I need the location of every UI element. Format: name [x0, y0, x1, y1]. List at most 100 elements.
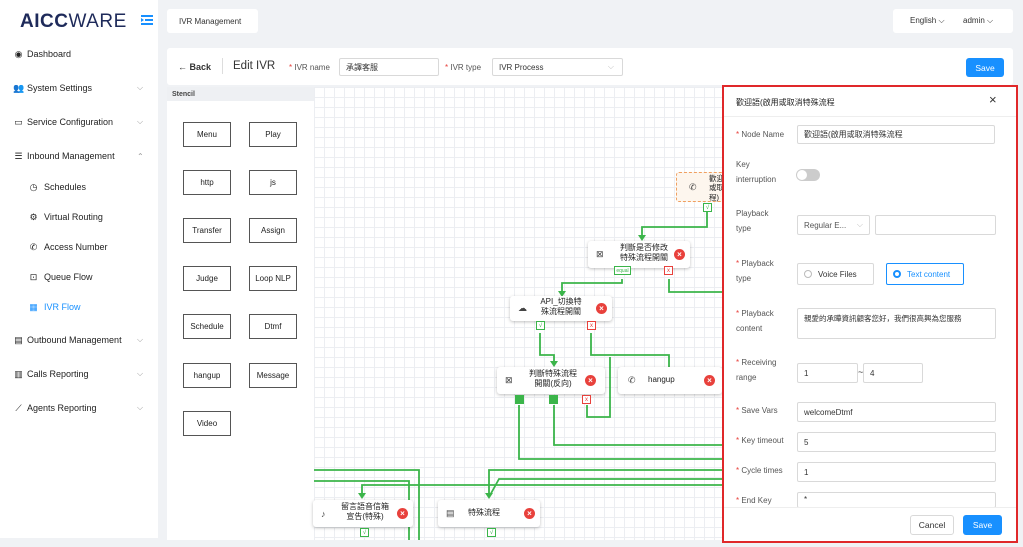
sidebar-item-ivr-flow[interactable]: ▦ IVR Flow — [0, 296, 158, 318]
port-check[interactable]: √ — [703, 203, 712, 212]
stencil-assign[interactable]: Assign — [249, 218, 297, 243]
node-properties-panel: 歡迎語(啟用或取消特殊流程 × * Node Name 歡迎語(啟用或取消特殊流… — [722, 85, 1018, 543]
sidebar-item-inbound-management[interactable]: ☰ Inbound Management ⌃ — [0, 145, 158, 167]
cycle-times-label: * Cycle times — [736, 466, 783, 475]
edge — [488, 478, 723, 498]
port-cross[interactable]: x — [582, 395, 591, 404]
end-key-input[interactable]: * — [797, 492, 996, 508]
page-title: Edit IVR — [233, 60, 276, 72]
node-name-input[interactable]: 歡迎語(啟用或取消特殊流程 — [797, 125, 995, 144]
arrowhead — [358, 493, 366, 499]
stencil-hangup[interactable]: hangup — [183, 363, 231, 388]
flow-node-welcome[interactable]: ✆ 歡迎 或取 程) — [676, 172, 726, 202]
radio-voice-files[interactable]: Voice Files — [797, 263, 874, 285]
delete-node-icon[interactable]: × — [704, 375, 715, 386]
delete-node-icon[interactable]: × — [674, 249, 685, 260]
flow-node-judge-modify[interactable]: ⊠ 判斷是否修改 特殊流程開關 × — [588, 241, 690, 268]
radio-text-content[interactable]: Text content — [886, 263, 964, 285]
stencil-menu[interactable]: Menu — [183, 122, 231, 147]
port-branch[interactable] — [549, 395, 558, 404]
stencil-title: Stencil — [172, 91, 195, 98]
phone-icon: ✆ — [29, 241, 38, 252]
key-interruption-toggle[interactable] — [796, 169, 820, 181]
panel-save-button[interactable]: Save — [963, 515, 1002, 535]
ivr-type-select[interactable]: IVR Process ⌵ — [492, 58, 623, 76]
stencil-message[interactable]: Message — [249, 363, 297, 388]
toggle-knob — [797, 170, 807, 180]
sidebar-item-system-settings[interactable]: 👥 System Settings ⌵ — [0, 77, 158, 99]
flow-node-hangup[interactable]: ✆ hangup × — [618, 367, 722, 394]
delete-node-icon[interactable]: × — [524, 508, 535, 519]
tab-ivr-management[interactable]: IVR Management — [167, 9, 258, 33]
stencil-js[interactable]: js — [249, 170, 297, 195]
radio-circle-checked — [893, 270, 901, 278]
playback-content-textarea[interactable]: 親愛的承曄資訊顧客您好，我們很高興為您服務 — [797, 308, 996, 339]
judge-icon: ⊠ — [596, 249, 604, 259]
sidebar-item-schedules[interactable]: ◷ Schedules — [0, 176, 158, 198]
port-branch[interactable] — [515, 395, 524, 404]
key-timeout-input[interactable]: 5 — [797, 432, 996, 452]
chevron-down-icon: ⌵ — [137, 117, 144, 126]
language-select[interactable]: English ⌵ — [910, 16, 945, 26]
cloud-icon: ☁ — [518, 303, 527, 313]
edge — [553, 405, 723, 446]
edge — [561, 279, 623, 295]
delete-node-icon[interactable]: × — [397, 508, 408, 519]
chevron-down-icon: ⌵ — [856, 220, 863, 229]
port-equal[interactable]: equal — [614, 266, 631, 275]
key-timeout-label: * Key timeout — [736, 436, 784, 445]
sidebar-item-agents-reporting[interactable]: ⟋ Agents Reporting ⌵ — [0, 397, 158, 419]
stencil-dtmf[interactable]: Dtmf — [249, 314, 297, 339]
stencil-video[interactable]: Video — [183, 411, 231, 436]
flow-node-judge-reverse[interactable]: ⊠ 判斷特殊流程 開關(反向) × — [497, 367, 605, 394]
edge — [518, 405, 723, 460]
flow-node-api-switch[interactable]: ☁ API_切換特 殊流程開關 × — [510, 296, 612, 321]
menu-collapse-icon[interactable] — [141, 15, 153, 25]
receiving-range-to[interactable]: 4 — [863, 363, 923, 383]
cycle-times-input[interactable]: 1 — [797, 462, 996, 482]
divider — [222, 58, 223, 74]
delete-node-icon[interactable]: × — [585, 375, 596, 386]
chevron-down-icon: ⌵ — [137, 83, 144, 92]
stencil-play[interactable]: Play — [249, 122, 297, 147]
port-cross[interactable]: x — [664, 266, 673, 275]
ivr-name-input[interactable]: 承譯客服 — [339, 58, 439, 76]
port-cross[interactable]: x — [587, 321, 596, 330]
receiving-range-from[interactable]: 1 — [797, 363, 858, 383]
flow-node-voicemail[interactable]: ♪ 留言語音信箱 宣告(特殊) × — [313, 500, 413, 527]
cancel-button[interactable]: Cancel — [910, 515, 954, 535]
stencil-judge[interactable]: Judge — [183, 266, 231, 291]
close-icon[interactable]: × — [989, 92, 997, 107]
port-check[interactable]: √ — [487, 528, 496, 537]
sidebar-item-outbound-management[interactable]: ▤ Outbound Management ⌵ — [0, 329, 158, 351]
app-logo: AICCWARE — [20, 11, 127, 32]
flow-node-special[interactable]: ▤ 特殊流程 × — [438, 500, 540, 527]
sidebar-item-service-configuration[interactable]: ▭ Service Configuration ⌵ — [0, 111, 158, 133]
stencil-transfer[interactable]: Transfer — [183, 218, 231, 243]
stencil-loop-nlp[interactable]: Loop NLP — [249, 266, 297, 291]
edge — [668, 279, 723, 293]
port-check[interactable]: √ — [360, 528, 369, 537]
sidebar-item-access-number[interactable]: ✆ Access Number — [0, 236, 158, 258]
list-icon: ☰ — [14, 150, 23, 161]
user-menu[interactable]: admin ⌵ — [963, 16, 993, 26]
chevron-down-icon: ⌵ — [607, 62, 614, 71]
sidebar-item-calls-reporting[interactable]: ▥ Calls Reporting ⌵ — [0, 363, 158, 385]
save-vars-input[interactable]: welcomeDtmf — [797, 402, 996, 422]
playback-type-select[interactable]: Regular E... ⌵ — [797, 215, 870, 235]
playback-type-extra-input[interactable] — [875, 215, 996, 235]
sidebar-item-virtual-routing[interactable]: ⚙ Virtual Routing — [0, 206, 158, 228]
port-check[interactable]: √ — [536, 321, 545, 330]
stencil-schedule[interactable]: Schedule — [183, 314, 231, 339]
ivr-name-label: * IVR name — [289, 63, 330, 72]
panel-title: 歡迎語(啟用或取消特殊流程 — [736, 98, 835, 107]
stencil-http[interactable]: http — [183, 170, 231, 195]
sidebar: AICCWARE ◉ Dashboard 👥 System Settings ⌵ ▭ S… — [0, 0, 158, 538]
delete-node-icon[interactable]: × — [596, 303, 607, 314]
sidebar-item-queue-flow[interactable]: ⊡ Queue Flow — [0, 266, 158, 288]
judge-icon: ⊠ — [505, 375, 513, 385]
edit-header: ← Back Edit IVR * IVR name 承譯客服 * IVR ty… — [167, 48, 1013, 85]
back-button[interactable]: ← Back — [178, 62, 211, 72]
save-button[interactable]: Save — [966, 58, 1004, 77]
sidebar-item-dashboard[interactable]: ◉ Dashboard — [0, 43, 158, 65]
